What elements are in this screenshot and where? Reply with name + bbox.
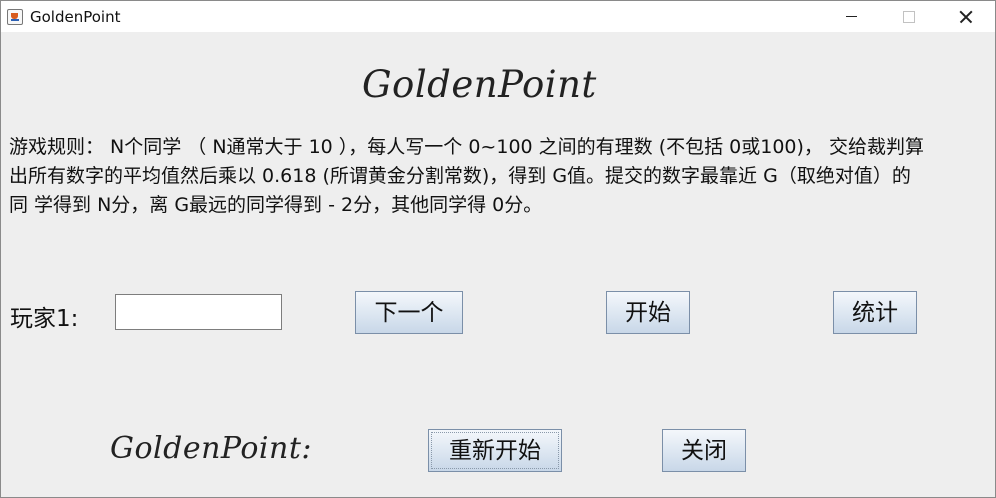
maximize-icon[interactable]	[883, 1, 929, 32]
java-icon	[7, 9, 23, 25]
result-label: GoldenPoint:	[110, 431, 313, 466]
minimize-icon[interactable]	[827, 1, 873, 32]
game-rules: 游戏规则： N个同学 （ N通常大于 10 ），每人写一个 0~100 之间的有…	[9, 133, 987, 220]
close-icon[interactable]	[941, 1, 987, 32]
application-window: GoldenPoint GoldenPoint 游戏规则： N个同学 （ N通常…	[0, 0, 996, 498]
statistics-button[interactable]: 统计	[833, 291, 917, 334]
player-number-input[interactable]	[115, 294, 282, 330]
close-button[interactable]: 关闭	[662, 429, 746, 472]
rules-line-3: 同 学得到 N分，离 G最远的同学得到 - 2分，其他同学得 0分。	[9, 194, 543, 216]
title-bar: GoldenPoint	[1, 1, 995, 32]
rules-line-2: 出所有数字的平均值然后乘以 0.618 (所谓黄金分割常数)，得到 G值。提交的…	[9, 165, 911, 187]
restart-button[interactable]: 重新开始	[428, 429, 562, 472]
player-label: 玩家1:	[10, 306, 79, 332]
next-button[interactable]: 下一个	[355, 291, 463, 334]
rules-line-1: 游戏规则： N个同学 （ N通常大于 10 ），每人写一个 0~100 之间的有…	[9, 136, 924, 158]
start-button[interactable]: 开始	[606, 291, 690, 334]
window-title: GoldenPoint	[30, 8, 121, 26]
game-title: GoldenPoint	[362, 63, 597, 106]
restart-button-label: 重新开始	[431, 432, 559, 469]
